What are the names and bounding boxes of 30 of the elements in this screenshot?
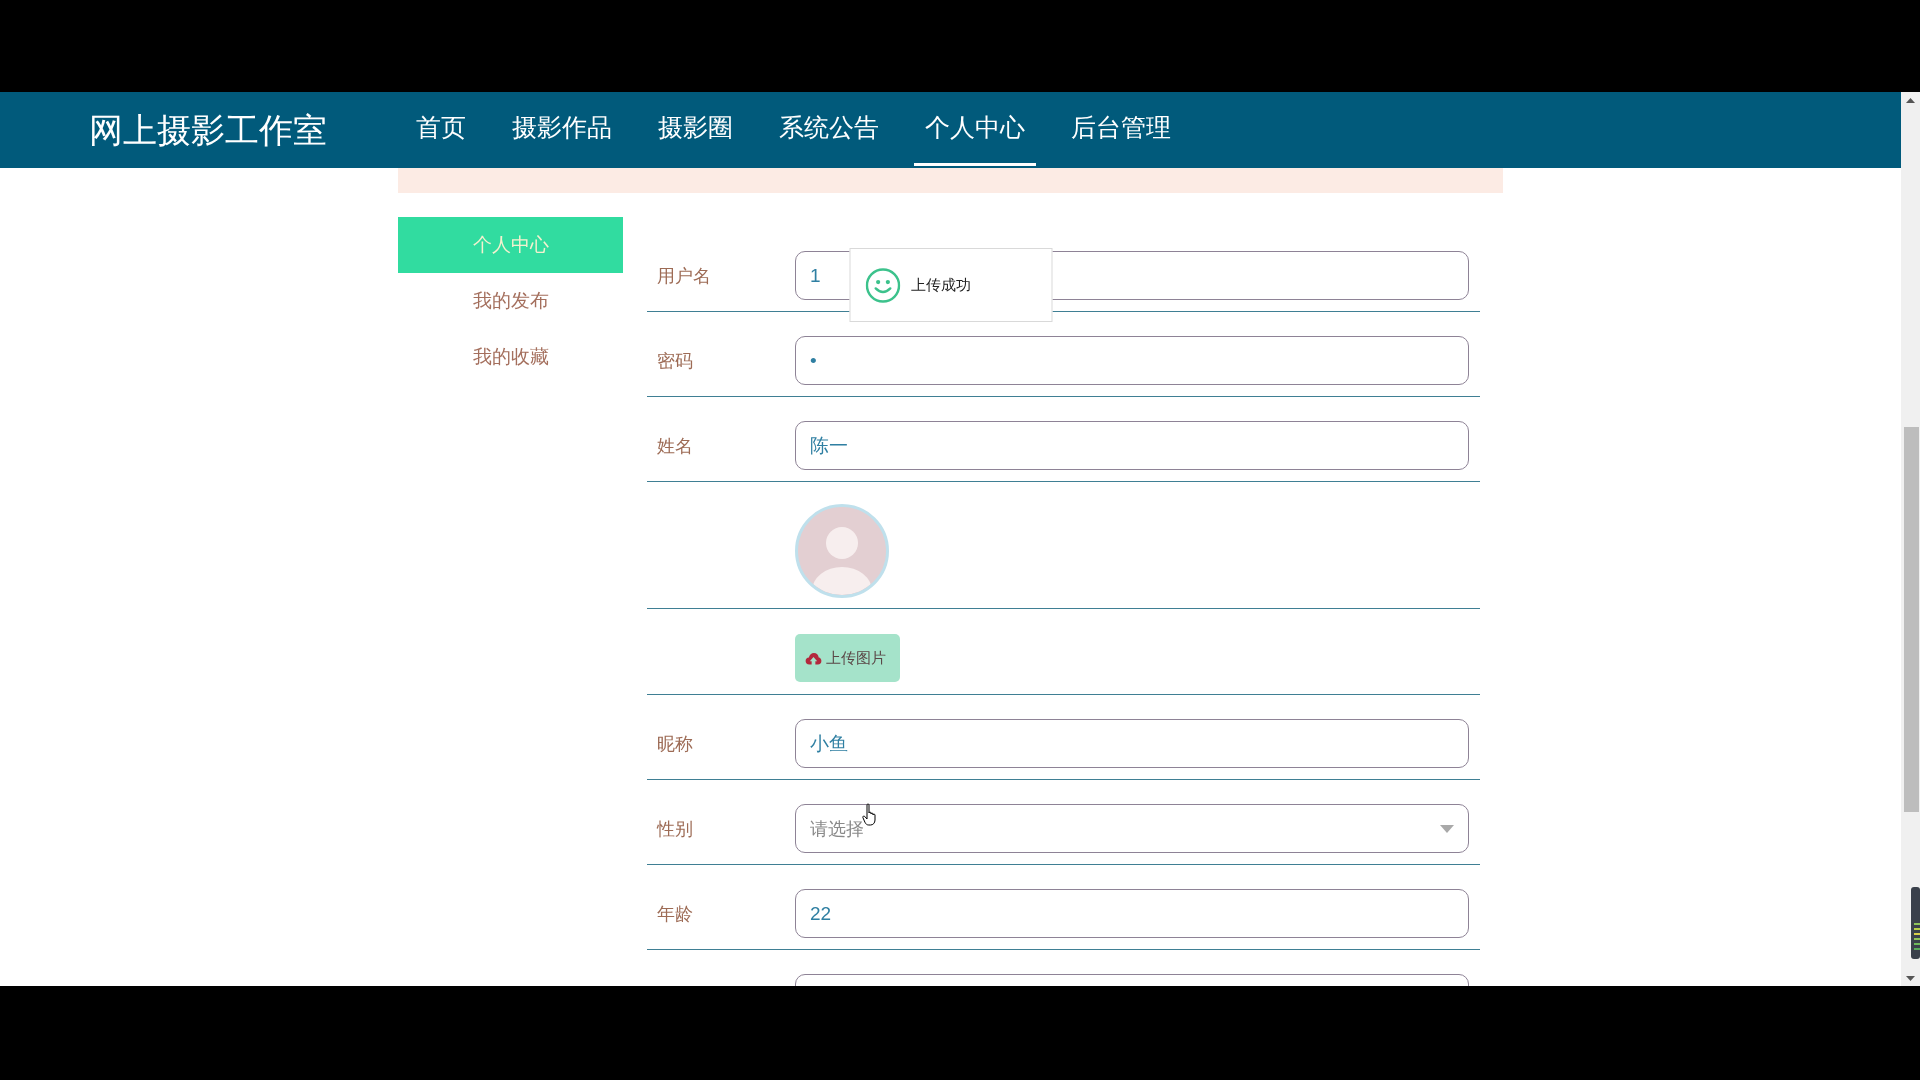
upload-button[interactable]: 上传图片 bbox=[795, 634, 900, 682]
site-logo: 网上摄影工作室 bbox=[89, 110, 327, 151]
toast-message: 上传成功 bbox=[911, 275, 971, 295]
hand-cursor-icon bbox=[862, 803, 878, 826]
field-label: 昵称 bbox=[657, 732, 693, 756]
sidebar-item[interactable]: 我的收藏 bbox=[398, 329, 623, 385]
caret-icon bbox=[1440, 824, 1454, 833]
sidebar-item[interactable]: 我的发布 bbox=[398, 273, 623, 329]
field-label: 年龄 bbox=[657, 902, 693, 926]
scrollbar[interactable] bbox=[1901, 92, 1920, 986]
nav-link[interactable]: 摄影作品 bbox=[501, 92, 623, 166]
field-label: 密码 bbox=[657, 349, 693, 373]
input-field[interactable]: 小鱼 bbox=[795, 719, 1469, 768]
input-field[interactable]: 22 bbox=[795, 889, 1469, 938]
scrollbar-thumb[interactable] bbox=[1904, 427, 1919, 812]
nav-link[interactable]: 摄影圈 bbox=[647, 92, 744, 166]
nav-link[interactable]: 后台管理 bbox=[1060, 92, 1182, 166]
field-label: 姓名 bbox=[657, 434, 693, 458]
field-label: 性别 bbox=[657, 817, 693, 841]
scroll-down-icon[interactable] bbox=[1906, 976, 1915, 981]
select-field[interactable]: 请选择 bbox=[795, 804, 1469, 853]
smiley-icon bbox=[865, 267, 900, 303]
scroll-up-icon[interactable] bbox=[1906, 98, 1915, 103]
meter-icon bbox=[1911, 887, 1920, 959]
nav-link[interactable]: 系统公告 bbox=[768, 92, 890, 166]
input-field[interactable]: 陈一 bbox=[795, 421, 1469, 470]
field-label: 用户名 bbox=[657, 264, 711, 288]
nav-link[interactable]: 首页 bbox=[405, 92, 477, 166]
cloud-upload-icon bbox=[805, 651, 822, 665]
input-field[interactable]: • bbox=[795, 336, 1469, 385]
